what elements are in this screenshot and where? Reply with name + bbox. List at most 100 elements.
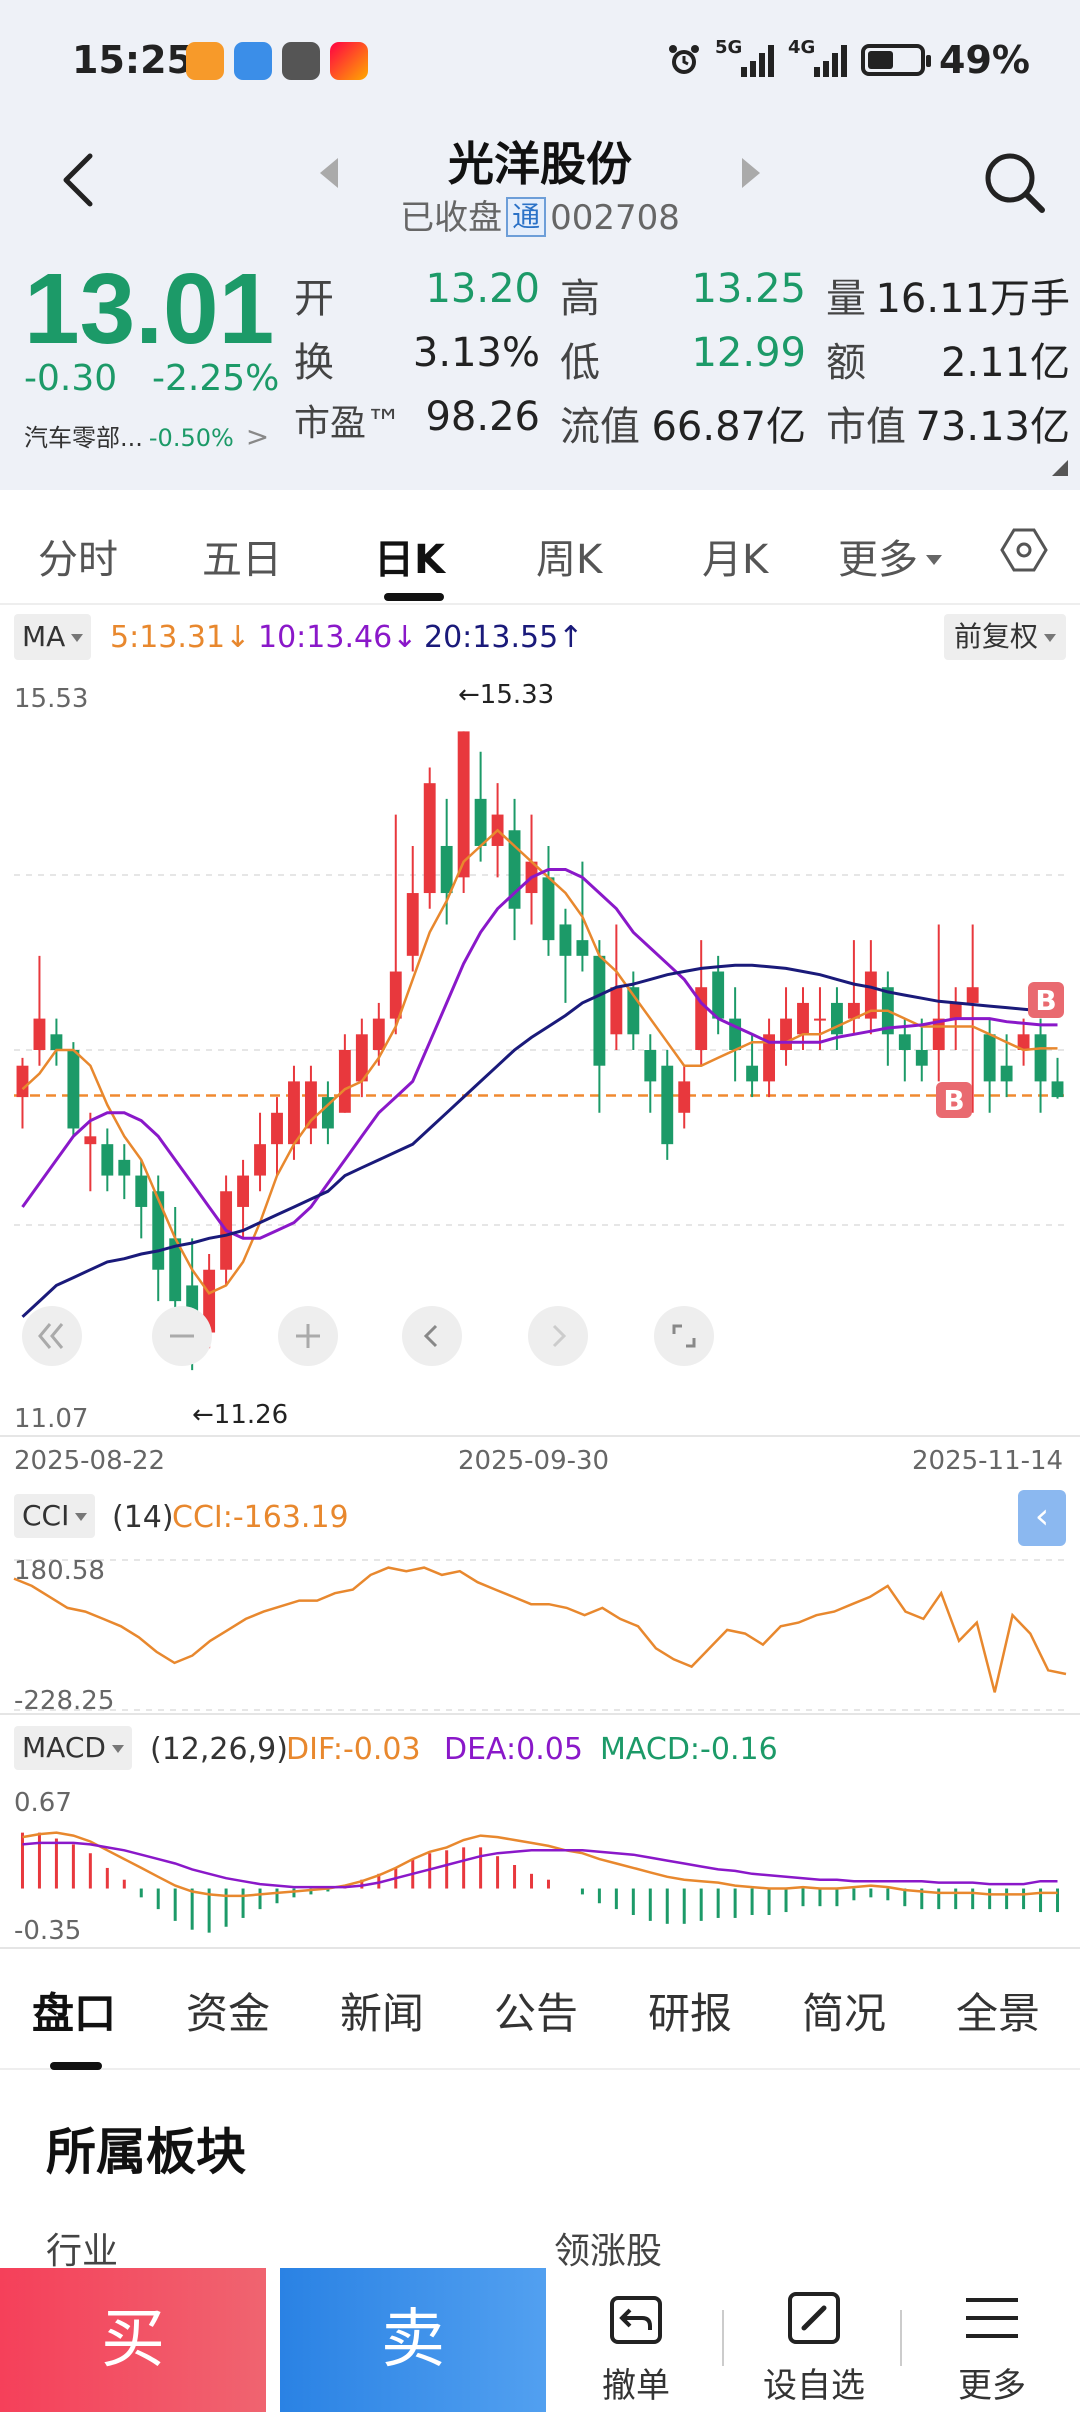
dropdown-icon <box>75 1513 88 1521</box>
buy-marker-label: B <box>943 1084 964 1117</box>
battery-icon <box>861 44 932 76</box>
tab-research[interactable]: 研报 <box>648 1980 732 2041</box>
tab-five-day[interactable]: 五日 <box>202 527 282 585</box>
candle-body <box>661 1065 674 1145</box>
undo-icon <box>610 2296 662 2344</box>
zoom-out-icon[interactable] <box>150 1304 214 1368</box>
scroll-right-icon[interactable] <box>526 1304 590 1368</box>
market-status: 已收盘 <box>400 198 503 238</box>
candle-body <box>966 987 979 1003</box>
tab-daily-k[interactable]: 日K <box>374 527 445 585</box>
dea-line <box>22 1841 1058 1889</box>
cancel-order-button[interactable]: 撤单 <box>556 2268 716 2412</box>
macd-selector[interactable]: MACD <box>14 1726 132 1770</box>
candle-body <box>915 1050 928 1066</box>
chevron-down-icon <box>926 555 942 565</box>
cci-value: CCI:-163.19 <box>172 1500 349 1535</box>
candle-body <box>50 1034 63 1050</box>
macd-legend: MACD (12,26,9) DIF:-0.03 DEA:0.05 MACD:-… <box>0 1722 1080 1776</box>
candle-body <box>152 1191 165 1270</box>
tab-intraday[interactable]: 分时 <box>38 527 118 585</box>
candle-body <box>576 940 589 956</box>
candle-body <box>983 1034 996 1082</box>
buy-marker-label: B <box>1035 984 1056 1017</box>
add-watchlist-button[interactable]: 设自选 <box>734 2268 894 2412</box>
candle-body <box>797 1002 809 1035</box>
dropdown-icon <box>111 1745 124 1753</box>
ma5-value: 5:13.31↓ <box>110 620 251 655</box>
tab-weekly-k[interactable]: 周K <box>536 527 602 585</box>
candle-body <box>559 924 572 956</box>
last-price: 13.01 <box>24 253 275 365</box>
adjust-selector[interactable]: 前复权 <box>943 614 1066 660</box>
tab-overview[interactable]: 全景 <box>956 1980 1040 2041</box>
field-label-pe: 市盈™ <box>294 403 403 444</box>
candle-body <box>423 783 436 894</box>
field-label-turnover: 换 <box>294 340 334 386</box>
ma-selector[interactable]: MA <box>14 614 92 660</box>
stock-name: 光洋股份 <box>448 137 632 191</box>
candle-body <box>898 1034 911 1050</box>
macd-dea: DEA:0.05 <box>444 1732 583 1767</box>
tab-more[interactable]: 更多 <box>838 527 942 585</box>
scroll-left-icon[interactable] <box>400 1304 464 1368</box>
field-label-amount: 额 <box>826 340 866 386</box>
field-label-low: 低 <box>560 340 600 386</box>
price-change-pct: -2.25% <box>152 358 280 399</box>
zoom-in-icon[interactable] <box>276 1304 340 1368</box>
candle-body <box>644 1050 657 1082</box>
cci-selector[interactable]: CCI <box>14 1494 96 1538</box>
active-tab-underline <box>50 2062 102 2070</box>
candle-body <box>237 1175 250 1207</box>
detail-tabs: 盘口 资金 新闻 公告 研报 简况 全景 <box>0 1950 1080 2070</box>
candle-body <box>712 971 725 1019</box>
sell-button[interactable]: 卖 <box>280 2268 546 2412</box>
tab-funds[interactable]: 资金 <box>186 1980 270 2041</box>
settings-hex-icon[interactable] <box>1000 526 1048 574</box>
field-value-high: 13.25 <box>691 266 806 312</box>
expand-corner-icon[interactable] <box>1052 460 1068 476</box>
dropdown-icon <box>71 634 84 642</box>
field-label-volume: 量 <box>826 276 866 322</box>
collapse-panel-button[interactable]: ‹ <box>1018 1490 1066 1546</box>
candle-body <box>678 1081 691 1113</box>
tab-announcements[interactable]: 公告 <box>494 1980 578 2041</box>
fullscreen-icon[interactable] <box>652 1304 716 1368</box>
ma10-line <box>21 868 1058 1240</box>
tab-news[interactable]: 新闻 <box>340 1980 424 2041</box>
x-axis-label-mid: 2025-09-30 <box>458 1446 610 1476</box>
field-value-open: 13.20 <box>425 266 540 312</box>
sector-link[interactable]: 汽车零部... -0.50% > <box>24 418 269 453</box>
candle-body <box>33 1018 46 1050</box>
divider <box>722 2310 724 2366</box>
app-message-icon <box>234 42 272 80</box>
field-label-high: 高 <box>560 276 600 322</box>
candle-body <box>610 987 623 1035</box>
rewind-icon[interactable] <box>20 1304 84 1368</box>
column-industry: 行业 <box>46 2231 119 2272</box>
tab-profile[interactable]: 简况 <box>802 1980 886 2041</box>
buy-button[interactable]: 买 <box>0 2268 266 2412</box>
candle-body <box>440 845 453 894</box>
macd-axis-min: -0.35 <box>14 1916 82 1946</box>
x-axis-label-start: 2025-08-22 <box>14 1446 166 1476</box>
field-value-amount: 2.11亿 <box>940 340 1070 386</box>
macd-dif: DIF:-0.03 <box>286 1732 421 1767</box>
candle-body <box>1051 1081 1064 1098</box>
candle-body <box>1034 1034 1047 1082</box>
more-button[interactable]: 更多 <box>912 2268 1072 2412</box>
tab-orderbook[interactable]: 盘口 <box>32 1980 116 2041</box>
candle-body <box>1000 1065 1013 1082</box>
cci-legend: CCI (14) CCI:-163.19 ‹ <box>0 1490 1080 1546</box>
price-change: -0.30 <box>24 358 118 399</box>
dropdown-icon <box>1044 634 1056 642</box>
candle-body <box>949 1002 962 1019</box>
field-value-turnover: 3.13% <box>412 330 540 376</box>
next-stock-icon[interactable] <box>742 158 760 188</box>
search-icon[interactable] <box>980 148 1050 218</box>
status-time: 15:25 <box>72 38 193 82</box>
tab-monthly-k[interactable]: 月K <box>702 527 768 585</box>
tong-badge: 通 <box>506 197 547 237</box>
status-bar: 15:25 5G 4G 49% <box>0 0 1080 120</box>
candle-body <box>254 1144 266 1176</box>
